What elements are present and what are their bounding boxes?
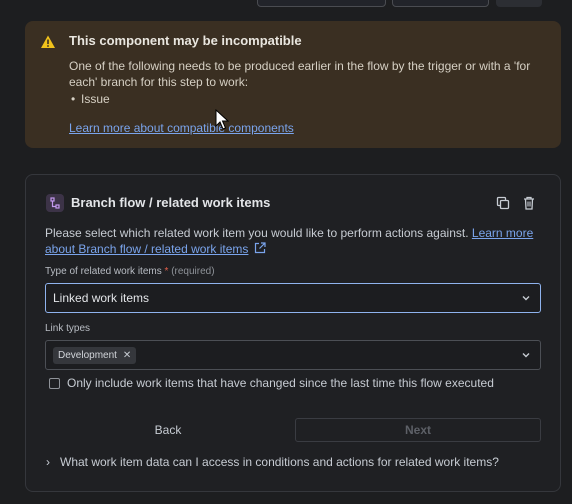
changed-only-label[interactable]: Only include work items that have change… [67,376,494,390]
warning-list: • Issue [69,92,110,106]
branch-icon [46,194,64,212]
warning-icon [41,35,55,48]
remove-chip-icon[interactable]: ✕ [123,350,131,361]
bullet-icon: • [71,92,76,106]
link-types-select[interactable]: Development ✕ [45,340,541,370]
description-text: Please select which related work item yo… [45,226,469,240]
faq-text: What work item data can I access in cond… [60,455,499,469]
type-select[interactable]: Linked work items [45,283,541,313]
link-type-chip: Development ✕ [53,347,137,364]
type-select-value: Linked work items [53,291,150,305]
duplicate-icon[interactable] [495,195,511,211]
chevron-down-icon [522,296,530,301]
faq-expander[interactable]: › What work item data can I access in con… [46,455,499,469]
type-field-label: Type of related work items * (required) [45,266,215,277]
mouse-cursor-icon [215,109,229,130]
list-item: Issue [81,92,110,106]
toolbar-button[interactable] [496,0,542,7]
chevron-down-icon [522,353,530,358]
external-link-icon[interactable] [254,242,266,254]
branch-flow-card: Branch flow / related work items Please … [25,174,561,492]
top-toolbar: ⌄ [0,0,572,12]
delete-icon[interactable] [521,195,537,211]
next-button[interactable]: Next [295,418,541,442]
changed-only-checkbox[interactable] [49,378,60,389]
back-button[interactable]: Back [45,418,291,442]
chevron-right-icon: › [46,455,50,469]
toolbar-toggle[interactable] [392,0,489,7]
warning-body: One of the following needs to be produce… [69,59,531,89]
required-text: (required) [171,266,215,277]
card-description: Please select which related work item yo… [45,225,541,257]
link-types-label: Link types [45,323,91,334]
card-title: Branch flow / related work items [71,195,271,210]
warning-title: This component may be incompatible [69,33,302,48]
compatibility-warning: This component may be incompatible One o… [25,21,561,148]
learn-more-compatible-link[interactable]: Learn more about compatible components [69,121,294,135]
toolbar-select[interactable]: ⌄ [257,0,386,7]
required-asterisk: * [164,266,169,277]
